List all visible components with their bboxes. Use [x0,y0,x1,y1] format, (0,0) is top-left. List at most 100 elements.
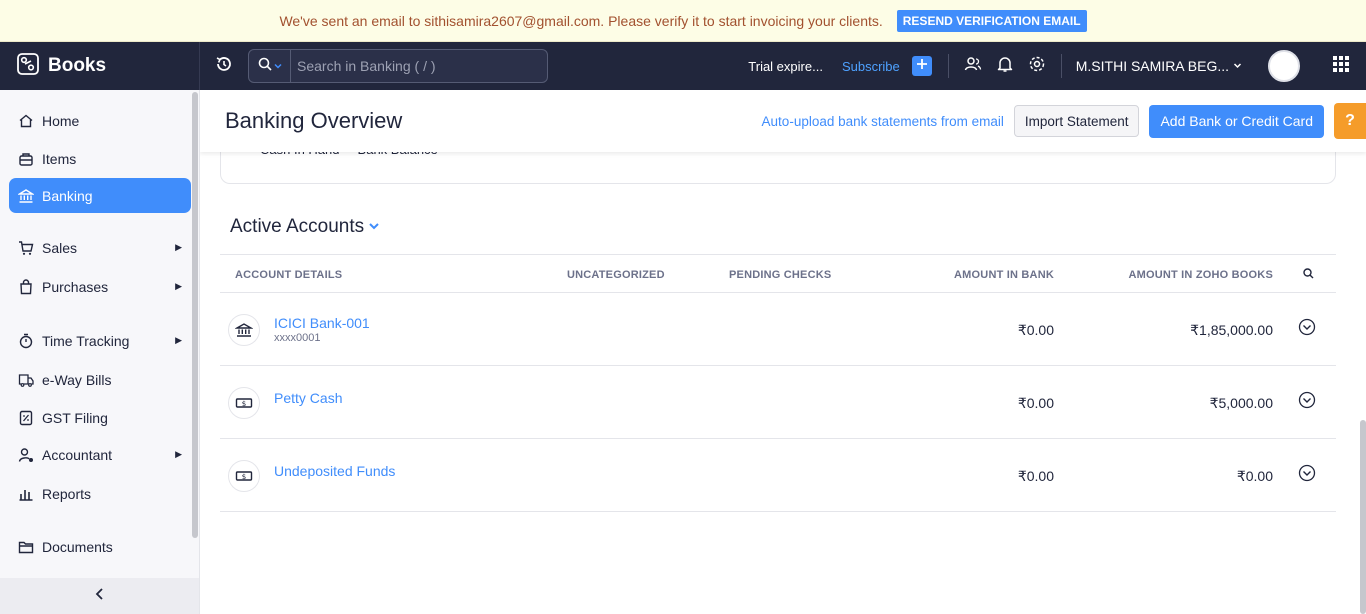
sidebar-item-sales[interactable]: Sales ▶ [9,230,191,265]
top-bar: Books Trial expire... Subscribe [0,42,1366,90]
brand[interactable]: Books [0,42,200,90]
sidebar-item-gst-filing[interactable]: GST Filing [9,400,191,435]
notifications-button[interactable] [989,42,1021,90]
sidebar-item-label: Reports [42,485,92,502]
organization-name[interactable]: M.SITHI SAMIRA BEG... [1076,58,1229,74]
expand-arrow-icon: ▶ [175,335,182,345]
amount-in-books: ₹5,000.00 [1209,395,1273,411]
account-number: xxxx0001 [274,332,321,344]
sidebar-item-home[interactable]: Home [9,103,191,138]
divider [1060,54,1062,78]
collapse-sidebar-button[interactable] [0,578,199,614]
table-row[interactable]: ICICI Bank-001 xxxx0001 ₹0.00 ₹1,85,000.… [220,293,1336,366]
auto-upload-link[interactable]: Auto-upload bank statements from email [762,114,1004,129]
sidebar-item-label: e-Way Bills [42,371,112,388]
svg-text:$: $ [242,473,246,481]
sidebar: Home Items Banking Sales ▶ Purchases ▶ T… [0,90,200,614]
sidebar-scrollbar[interactable] [192,92,198,538]
sidebar-item-items[interactable]: Items [9,141,191,176]
sidebar-item-reports[interactable]: Reports [9,476,191,511]
expand-arrow-icon: ▶ [175,449,182,459]
chevron-down-icon[interactable] [1233,57,1242,75]
import-statement-button[interactable]: Import Statement [1013,105,1140,137]
help-button[interactable]: ? [1334,103,1366,139]
row-expand-icon[interactable] [1298,318,1316,336]
gear-icon [1028,55,1046,78]
referral-button[interactable] [957,42,989,90]
amount-in-bank: ₹0.00 [1017,468,1054,484]
table-row[interactable]: $ Petty Cash ₹0.00 ₹5,000.00 [220,366,1336,439]
expand-arrow-icon: ▶ [175,281,182,291]
folder-icon [18,539,34,555]
items-icon [18,151,34,167]
sidebar-item-label: Sales [42,239,78,256]
bag-icon [18,278,34,295]
page-title: Banking Overview [225,108,403,133]
avatar[interactable] [1268,50,1300,82]
sidebar-item-label: Purchases [42,278,109,295]
resend-verification-button[interactable]: RESEND VERIFICATION EMAIL [896,9,1087,32]
banner-message: We've sent an email to sithisamira2607@g… [279,12,883,29]
main-scrollbar[interactable] [1360,420,1366,614]
active-accounts-dropdown[interactable]: Active Accounts [230,216,380,238]
chevron-left-icon [95,587,105,605]
sidebar-item-documents[interactable]: Documents [9,529,191,564]
sidebar-item-banking[interactable]: Banking [9,178,191,213]
main-content: Cash In Hand Bank Balance Banking Overvi… [200,90,1366,614]
table-row[interactable]: $ Undeposited Funds ₹0.00 ₹0.00 [220,439,1336,512]
sidebar-item-label: Banking [42,187,93,204]
divider [947,54,949,78]
sidebar-item-eway-bills[interactable]: e-Way Bills [9,362,191,397]
settings-button[interactable] [1021,42,1053,90]
subscribe-link[interactable]: Subscribe [842,59,900,74]
table-header: ACCOUNT DETAILS UNCATEGORIZED PENDING CH… [220,254,1336,293]
add-bank-button[interactable]: Add Bank or Credit Card [1149,104,1324,138]
chevron-down-icon [368,216,380,238]
expand-arrow-icon: ▶ [175,242,182,252]
column-header: AMOUNT IN BANK [954,269,1054,281]
truck-icon [18,372,34,388]
sidebar-item-label: Accountant [42,446,113,463]
grid-icon [1332,55,1350,78]
column-header: AMOUNT IN ZOHO BOOKS [1128,269,1273,281]
books-logo-icon [16,52,40,81]
chevron-down-icon [273,57,282,75]
timer-icon [18,333,34,349]
cash-icon: $ [228,460,260,492]
account-name-link[interactable]: ICICI Bank-001 [274,315,370,331]
row-expand-icon[interactable] [1298,464,1316,482]
search-bar [248,49,548,83]
accountant-icon [18,447,34,463]
sidebar-item-label: Documents [42,538,113,555]
sidebar-item-label: GST Filing [42,409,108,426]
verification-banner: We've sent an email to sithisamira2607@g… [0,0,1366,42]
svg-text:$: $ [242,400,246,408]
sidebar-item-label: Items [42,150,77,167]
quick-create-button[interactable] [911,56,932,76]
sidebar-item-label: Home [42,112,80,129]
plus-icon [916,57,928,75]
sidebar-item-accountant[interactable]: Accountant ▶ [9,437,191,472]
cart-icon [18,240,34,256]
brand-name: Books [48,55,107,76]
table-search-icon[interactable] [1303,268,1314,282]
search-input[interactable] [291,58,547,74]
sidebar-item-purchases[interactable]: Purchases ▶ [9,269,191,304]
recent-activity-button[interactable] [200,42,248,90]
sidebar-item-time-tracking[interactable]: Time Tracking ▶ [9,323,191,358]
bell-icon [996,55,1014,78]
amount-in-bank: ₹0.00 [1017,322,1054,338]
search-filter-button[interactable] [249,50,291,82]
account-name-link[interactable]: Undeposited Funds [274,463,395,479]
column-header: PENDING CHECKS [729,269,832,281]
app-launcher-button[interactable] [1316,42,1366,90]
column-header: ACCOUNT DETAILS [235,269,343,281]
bank-icon [228,314,260,346]
reports-icon [18,486,34,502]
history-icon [215,55,233,78]
account-name-link[interactable]: Petty Cash [274,390,342,406]
row-expand-icon[interactable] [1298,391,1316,409]
page-header: Banking Overview Auto-upload bank statem… [200,90,1366,152]
home-icon [18,113,34,129]
cash-icon: $ [228,387,260,419]
